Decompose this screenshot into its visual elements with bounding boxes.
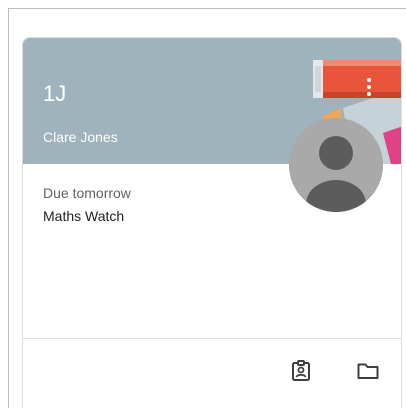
more-vert-icon-dot bbox=[367, 85, 371, 89]
due-label: Due tomorrow bbox=[43, 185, 131, 201]
class-card: 1J Clare Jones Due tomorrow Maths Watch bbox=[22, 37, 402, 408]
person-avatar-icon bbox=[289, 118, 383, 212]
assignment-link[interactable]: Maths Watch bbox=[43, 207, 124, 225]
your-work-button[interactable] bbox=[286, 356, 316, 386]
teacher-name: Clare Jones bbox=[43, 129, 118, 145]
class-name[interactable]: 1J bbox=[43, 81, 66, 107]
open-folder-button[interactable] bbox=[353, 356, 383, 386]
more-vert-icon-dot bbox=[367, 92, 371, 96]
card-divider bbox=[23, 338, 401, 339]
teacher-avatar bbox=[289, 118, 383, 212]
folder-icon bbox=[357, 363, 379, 379]
more-vert-icon bbox=[367, 78, 371, 82]
more-options-button[interactable] bbox=[357, 72, 381, 102]
assignment-ind-icon bbox=[292, 360, 310, 381]
